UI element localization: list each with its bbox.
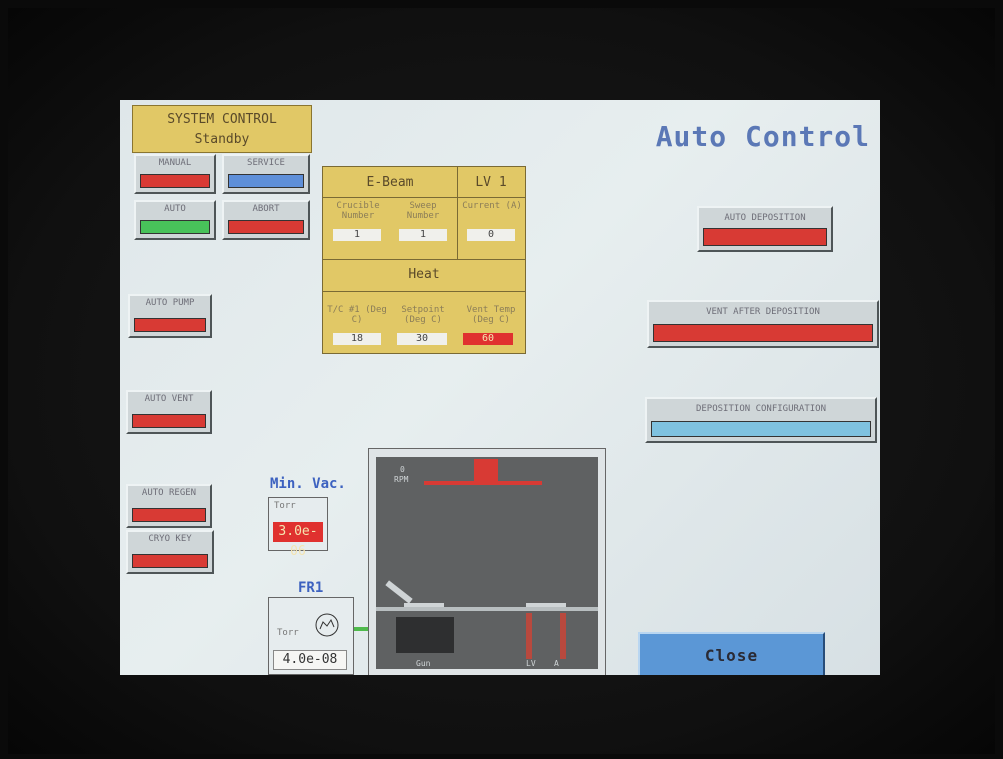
manual-label: MANUAL bbox=[158, 158, 192, 168]
lv-label: LV bbox=[526, 659, 536, 668]
ebeam-title: E-Beam bbox=[366, 175, 414, 190]
hmi-screen: SYSTEM CONTROL Standby Auto Control MANU… bbox=[120, 100, 880, 675]
lv-electrode-left bbox=[526, 613, 532, 659]
fr1-unit: Torr bbox=[277, 628, 299, 638]
ebeam-panel: E-Beam LV 1 Crucible Number Sweep Number… bbox=[322, 166, 526, 354]
vent-after-deposition-indicator bbox=[653, 324, 873, 342]
screen-title: Auto Control bbox=[655, 120, 870, 153]
auto-regen-label: AUTO REGEN bbox=[141, 488, 197, 498]
source-plate bbox=[376, 607, 598, 611]
tc-label: T/C #1 (Deg C) bbox=[327, 305, 387, 325]
fr1-value: 4.0e-08 bbox=[273, 650, 347, 670]
auto-regen-button[interactable]: AUTO REGEN bbox=[126, 484, 212, 528]
auto-label: AUTO bbox=[164, 204, 186, 214]
auto-pump-label: AUTO PUMP bbox=[145, 298, 195, 308]
fr1-title: FR1 bbox=[298, 580, 324, 596]
deposition-configuration-label: DEPOSITION CONFIGURATION bbox=[695, 404, 827, 414]
lv-shutter bbox=[526, 603, 566, 607]
manual-button[interactable]: MANUAL bbox=[134, 154, 216, 194]
auto-pump-button[interactable]: AUTO PUMP bbox=[128, 294, 212, 338]
gauge-icon bbox=[315, 613, 339, 637]
manual-indicator bbox=[140, 174, 210, 188]
gun-shutter bbox=[404, 603, 444, 607]
auto-pump-indicator bbox=[134, 318, 206, 332]
tc-value: 18 bbox=[333, 333, 381, 345]
cryo-key-button[interactable]: CRYO KEY bbox=[126, 530, 214, 574]
crucible-label: Crucible Number bbox=[336, 201, 380, 221]
sweep-value[interactable]: 1 bbox=[399, 229, 447, 241]
auto-vent-button[interactable]: AUTO VENT bbox=[126, 390, 212, 434]
gun-label: Gun bbox=[416, 659, 431, 668]
vent-temp-label: Vent Temp (Deg C) bbox=[466, 305, 516, 325]
abort-label: ABORT bbox=[252, 204, 280, 214]
rpm-label: RPM bbox=[394, 475, 409, 484]
system-control-status: Standby bbox=[194, 132, 250, 147]
vent-after-deposition-label: VENT AFTER DEPOSITION bbox=[706, 307, 820, 317]
a-label: A bbox=[554, 659, 559, 668]
auto-regen-indicator bbox=[132, 508, 206, 522]
deposition-configuration-indicator bbox=[651, 421, 871, 437]
shutter bbox=[385, 580, 413, 604]
auto-vent-label: AUTO VENT bbox=[144, 394, 194, 404]
close-button[interactable]: Close bbox=[638, 632, 825, 675]
heat-title: Heat bbox=[408, 267, 440, 282]
chamber-inner: 0 RPM Gun LV A bbox=[376, 457, 598, 669]
cryo-key-indicator bbox=[132, 554, 208, 568]
lv-title: LV 1 bbox=[475, 175, 507, 190]
deposition-configuration-button[interactable]: DEPOSITION CONFIGURATION bbox=[645, 397, 877, 443]
crucible-value[interactable]: 1 bbox=[333, 229, 381, 241]
abort-indicator bbox=[228, 220, 304, 234]
fr1-box: Torr 4.0e-08 bbox=[268, 597, 354, 675]
current-label: Current (A) bbox=[462, 201, 522, 211]
cryo-key-label: CRYO KEY bbox=[148, 534, 192, 544]
auto-vent-indicator bbox=[132, 414, 206, 428]
min-vac-title: Min. Vac. bbox=[270, 476, 346, 492]
auto-deposition-label: AUTO DEPOSITION bbox=[724, 213, 806, 223]
vent-temp-value[interactable]: 60 bbox=[463, 333, 513, 345]
service-button[interactable]: SERVICE bbox=[222, 154, 310, 194]
setpoint-label: Setpoint (Deg C) bbox=[401, 305, 445, 325]
service-label: SERVICE bbox=[247, 158, 285, 168]
system-control-title: SYSTEM CONTROL bbox=[167, 112, 277, 127]
auto-deposition-button[interactable]: AUTO DEPOSITION bbox=[697, 206, 833, 252]
lv-electrode-right bbox=[560, 613, 566, 659]
service-indicator bbox=[228, 174, 304, 188]
abort-button[interactable]: ABORT bbox=[222, 200, 310, 240]
min-vac-box: Torr 3.0e-06 bbox=[268, 497, 328, 559]
rpm-value: 0 bbox=[400, 465, 405, 474]
auto-button[interactable]: AUTO bbox=[134, 200, 216, 240]
ebeam-gun bbox=[396, 617, 454, 653]
min-vac-value[interactable]: 3.0e-06 bbox=[273, 522, 323, 559]
auto-deposition-indicator bbox=[703, 228, 827, 246]
auto-indicator bbox=[140, 220, 210, 234]
substrate-holder bbox=[424, 481, 542, 485]
sweep-label: Sweep Number bbox=[406, 201, 440, 221]
vent-after-deposition-button[interactable]: VENT AFTER DEPOSITION bbox=[647, 300, 879, 348]
substrate-shaft bbox=[474, 459, 498, 481]
setpoint-value[interactable]: 30 bbox=[397, 333, 447, 345]
system-control-panel: SYSTEM CONTROL Standby bbox=[132, 105, 312, 153]
chamber-diagram: 0 RPM Gun LV A bbox=[368, 448, 606, 675]
current-value[interactable]: 0 bbox=[467, 229, 515, 241]
min-vac-unit: Torr bbox=[274, 501, 296, 511]
